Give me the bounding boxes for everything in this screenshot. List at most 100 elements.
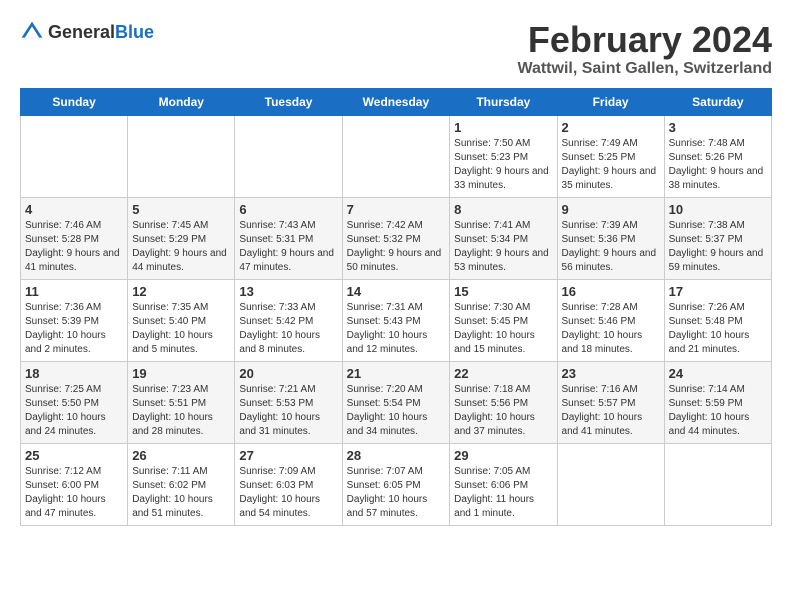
day-detail: Sunrise: 7:28 AM Sunset: 5:46 PM Dayligh… bbox=[562, 301, 660, 357]
day-detail: Sunrise: 7:50 AM Sunset: 5:23 PM Dayligh… bbox=[454, 137, 552, 193]
calendar-cell: 15 Sunrise: 7:30 AM Sunset: 5:45 PM Dayli… bbox=[450, 279, 557, 361]
day-detail: Sunrise: 7:48 AM Sunset: 5:26 PM Dayligh… bbox=[669, 137, 767, 193]
week-row-5: 25Sunrise: 7:12 AM Sunset: 6:00 PM Dayli… bbox=[21, 443, 772, 525]
calendar-cell: 11 Sunrise: 7:36 AM Sunset: 5:39 PM Dayli… bbox=[21, 279, 128, 361]
calendar-cell: 8Sunrise: 7:41 AM Sunset: 5:34 PM Daylig… bbox=[450, 197, 557, 279]
day-detail: Sunrise: 7:41 AM Sunset: 5:34 PM Dayligh… bbox=[454, 219, 552, 275]
day-number: 6 bbox=[239, 202, 337, 217]
day-number: 20 bbox=[239, 366, 337, 381]
calendar-cell: 24 Sunrise: 7:14 AM Sunset: 5:59 PM Dayli… bbox=[664, 361, 771, 443]
day-number: 24 bbox=[669, 366, 767, 381]
day-detail: Sunrise: 7:21 AM Sunset: 5:53 PM Dayligh… bbox=[239, 383, 337, 439]
day-detail: Sunrise: 7:18 AM Sunset: 5:56 PM Dayligh… bbox=[454, 383, 552, 439]
day-detail: Sunrise: 7:36 AM Sunset: 5:39 PM Dayligh… bbox=[25, 301, 123, 357]
calendar-cell: 25Sunrise: 7:12 AM Sunset: 6:00 PM Dayli… bbox=[21, 443, 128, 525]
calendar-cell: 13 Sunrise: 7:33 AM Sunset: 5:42 PM Dayli… bbox=[235, 279, 342, 361]
day-number: 4 bbox=[25, 202, 123, 217]
day-number: 12 bbox=[132, 284, 230, 299]
header-row: SundayMondayTuesdayWednesdayThursdayFrid… bbox=[21, 88, 772, 115]
day-detail: Sunrise: 7:38 AM Sunset: 5:37 PM Dayligh… bbox=[669, 219, 767, 275]
column-header-tuesday: Tuesday bbox=[235, 88, 342, 115]
calendar-cell: 19 Sunrise: 7:23 AM Sunset: 5:51 PM Dayli… bbox=[128, 361, 235, 443]
day-number: 11 bbox=[25, 284, 123, 299]
day-number: 7 bbox=[347, 202, 446, 217]
calendar-cell: 5 Sunrise: 7:45 AM Sunset: 5:29 PM Daylig… bbox=[128, 197, 235, 279]
logo: GeneralBlue bbox=[20, 20, 154, 44]
calendar-cell: 12Sunrise: 7:35 AM Sunset: 5:40 PM Dayli… bbox=[128, 279, 235, 361]
day-detail: Sunrise: 7:14 AM Sunset: 5:59 PM Dayligh… bbox=[669, 383, 767, 439]
logo-blue: Blue bbox=[115, 22, 154, 42]
day-number: 19 bbox=[132, 366, 230, 381]
day-detail: Sunrise: 7:05 AM Sunset: 6:06 PM Dayligh… bbox=[454, 465, 552, 521]
calendar-cell: 14 Sunrise: 7:31 AM Sunset: 5:43 PM Dayli… bbox=[342, 279, 450, 361]
day-detail: Sunrise: 7:07 AM Sunset: 6:05 PM Dayligh… bbox=[347, 465, 446, 521]
day-detail: Sunrise: 7:45 AM Sunset: 5:29 PM Dayligh… bbox=[132, 219, 230, 275]
column-header-friday: Friday bbox=[557, 88, 664, 115]
day-detail: Sunrise: 7:25 AM Sunset: 5:50 PM Dayligh… bbox=[25, 383, 123, 439]
column-header-monday: Monday bbox=[128, 88, 235, 115]
column-header-saturday: Saturday bbox=[664, 88, 771, 115]
day-number: 5 bbox=[132, 202, 230, 217]
day-number: 21 bbox=[347, 366, 446, 381]
calendar-cell: 4Sunrise: 7:46 AM Sunset: 5:28 PM Daylig… bbox=[21, 197, 128, 279]
day-detail: Sunrise: 7:16 AM Sunset: 5:57 PM Dayligh… bbox=[562, 383, 660, 439]
day-number: 18 bbox=[25, 366, 123, 381]
day-number: 14 bbox=[347, 284, 446, 299]
calendar-cell: 3 Sunrise: 7:48 AM Sunset: 5:26 PM Daylig… bbox=[664, 115, 771, 197]
calendar-cell: 7 Sunrise: 7:42 AM Sunset: 5:32 PM Daylig… bbox=[342, 197, 450, 279]
calendar-table: SundayMondayTuesdayWednesdayThursdayFrid… bbox=[20, 88, 772, 526]
day-number: 3 bbox=[669, 120, 767, 135]
logo-text: GeneralBlue bbox=[48, 22, 154, 43]
day-number: 28 bbox=[347, 448, 446, 463]
calendar-cell: 2 Sunrise: 7:49 AM Sunset: 5:25 PM Daylig… bbox=[557, 115, 664, 197]
calendar-cell: 21 Sunrise: 7:20 AM Sunset: 5:54 PM Dayli… bbox=[342, 361, 450, 443]
column-header-thursday: Thursday bbox=[450, 88, 557, 115]
week-row-3: 11 Sunrise: 7:36 AM Sunset: 5:39 PM Dayli… bbox=[21, 279, 772, 361]
day-detail: Sunrise: 7:26 AM Sunset: 5:48 PM Dayligh… bbox=[669, 301, 767, 357]
calendar-cell: 26 Sunrise: 7:11 AM Sunset: 6:02 PM Dayli… bbox=[128, 443, 235, 525]
day-detail: Sunrise: 7:42 AM Sunset: 5:32 PM Dayligh… bbox=[347, 219, 446, 275]
calendar-cell: 9 Sunrise: 7:39 AM Sunset: 5:36 PM Daylig… bbox=[557, 197, 664, 279]
day-detail: Sunrise: 7:11 AM Sunset: 6:02 PM Dayligh… bbox=[132, 465, 230, 521]
week-row-4: 18 Sunrise: 7:25 AM Sunset: 5:50 PM Dayli… bbox=[21, 361, 772, 443]
day-detail: Sunrise: 7:33 AM Sunset: 5:42 PM Dayligh… bbox=[239, 301, 337, 357]
logo-icon bbox=[20, 20, 44, 44]
calendar-cell bbox=[128, 115, 235, 197]
day-number: 2 bbox=[562, 120, 660, 135]
day-number: 9 bbox=[562, 202, 660, 217]
calendar-cell: 10 Sunrise: 7:38 AM Sunset: 5:37 PM Dayli… bbox=[664, 197, 771, 279]
calendar-cell bbox=[664, 443, 771, 525]
calendar-cell: 18 Sunrise: 7:25 AM Sunset: 5:50 PM Dayli… bbox=[21, 361, 128, 443]
day-number: 29 bbox=[454, 448, 552, 463]
calendar-cell: 27Sunrise: 7:09 AM Sunset: 6:03 PM Dayli… bbox=[235, 443, 342, 525]
day-number: 1 bbox=[454, 120, 552, 135]
day-number: 15 bbox=[454, 284, 552, 299]
week-row-1: 1 Sunrise: 7:50 AM Sunset: 5:23 PM Daylig… bbox=[21, 115, 772, 197]
calendar-cell bbox=[21, 115, 128, 197]
calendar-cell bbox=[557, 443, 664, 525]
day-number: 10 bbox=[669, 202, 767, 217]
day-number: 16 bbox=[562, 284, 660, 299]
calendar-cell: 17 Sunrise: 7:26 AM Sunset: 5:48 PM Dayli… bbox=[664, 279, 771, 361]
day-detail: Sunrise: 7:39 AM Sunset: 5:36 PM Dayligh… bbox=[562, 219, 660, 275]
day-detail: Sunrise: 7:20 AM Sunset: 5:54 PM Dayligh… bbox=[347, 383, 446, 439]
day-detail: Sunrise: 7:49 AM Sunset: 5:25 PM Dayligh… bbox=[562, 137, 660, 193]
day-number: 13 bbox=[239, 284, 337, 299]
calendar-cell: 29 Sunrise: 7:05 AM Sunset: 6:06 PM Dayli… bbox=[450, 443, 557, 525]
title-area: February 2024 Wattwil, Saint Gallen, Swi… bbox=[517, 20, 772, 78]
day-detail: Sunrise: 7:23 AM Sunset: 5:51 PM Dayligh… bbox=[132, 383, 230, 439]
week-row-2: 4Sunrise: 7:46 AM Sunset: 5:28 PM Daylig… bbox=[21, 197, 772, 279]
calendar-cell bbox=[342, 115, 450, 197]
calendar-title: February 2024 bbox=[517, 20, 772, 60]
header: GeneralBlue February 2024 Wattwil, Saint… bbox=[20, 20, 772, 78]
day-number: 17 bbox=[669, 284, 767, 299]
day-detail: Sunrise: 7:09 AM Sunset: 6:03 PM Dayligh… bbox=[239, 465, 337, 521]
column-header-wednesday: Wednesday bbox=[342, 88, 450, 115]
day-number: 22 bbox=[454, 366, 552, 381]
day-detail: Sunrise: 7:31 AM Sunset: 5:43 PM Dayligh… bbox=[347, 301, 446, 357]
day-number: 23 bbox=[562, 366, 660, 381]
day-number: 26 bbox=[132, 448, 230, 463]
calendar-cell: 16 Sunrise: 7:28 AM Sunset: 5:46 PM Dayli… bbox=[557, 279, 664, 361]
calendar-cell: 23 Sunrise: 7:16 AM Sunset: 5:57 PM Dayli… bbox=[557, 361, 664, 443]
day-detail: Sunrise: 7:30 AM Sunset: 5:45 PM Dayligh… bbox=[454, 301, 552, 357]
